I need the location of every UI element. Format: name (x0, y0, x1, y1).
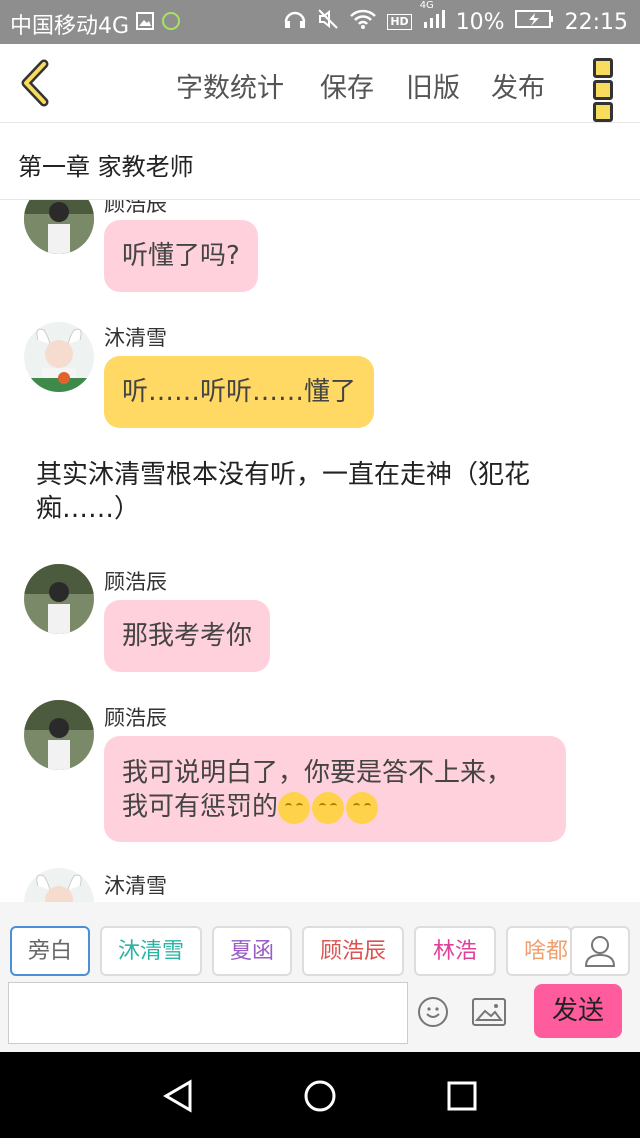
back-nav-icon[interactable] (160, 1078, 196, 1114)
wifi-icon (349, 8, 377, 36)
message-text: 听……听听……懂了 (122, 377, 357, 407)
battery-percent: 10% (455, 9, 505, 35)
role-chip-sha-dou[interactable]: 啥都 (506, 926, 572, 976)
role-chip-label: 顾浩辰 (319, 939, 386, 964)
sender-name: 顾浩辰 (104, 200, 167, 216)
system-nav-bar (0, 1052, 640, 1138)
chat-area[interactable]: 顾浩辰 听懂了吗? 沐清雪 听……听听……懂了 其实沐清雪根本没有听，一直在走神… (0, 200, 640, 902)
old-version-button[interactable]: 旧版 (406, 66, 460, 105)
emoji-button[interactable] (418, 997, 448, 1027)
compose-panel: 旁白 沐清雪 夏函 顾浩辰 林浩 啥都 发送 (0, 902, 640, 1052)
chevron-left-icon (21, 59, 49, 107)
chapter-title-bar[interactable]: 第一章 家教老师 (0, 123, 640, 200)
status-bar: 中国移动4G HD 4G 10% 22:15 (0, 0, 640, 44)
sender-name: 顾浩辰 (104, 706, 167, 730)
message-input[interactable] (8, 982, 408, 1044)
person-icon (584, 936, 616, 967)
avatar-gu-haochen[interactable] (24, 200, 94, 254)
role-chip-label: 旁白 (27, 939, 72, 964)
more-dot-icon (593, 58, 613, 78)
iqiyi-notification-icon (161, 11, 181, 37)
manage-roles-button[interactable] (570, 926, 630, 976)
smiley-icon (426, 1007, 440, 1018)
more-dot-icon (593, 102, 613, 122)
insert-image-button[interactable] (472, 998, 506, 1026)
role-chip-label: 林浩 (432, 939, 477, 964)
mute-icon (317, 8, 339, 36)
word-count-button[interactable]: 字数统计 (176, 66, 284, 105)
more-menu-button[interactable] (590, 58, 616, 122)
message-text-line2: 我可有惩罚的 (122, 790, 548, 824)
role-chip-lin-hao[interactable]: 林浩 (414, 926, 496, 976)
message-bubble[interactable]: 听……听听……懂了 (104, 356, 375, 428)
message-text: 我可有惩罚的 (122, 792, 279, 822)
carrier-label: 中国移动4G (10, 14, 130, 39)
chapter-title: 第一章 家教老师 (18, 153, 194, 181)
smiling-face-icon (312, 791, 345, 824)
avatar-gu-haochen[interactable] (24, 564, 94, 634)
send-button[interactable]: 发送 (534, 984, 622, 1038)
message-text: 那我考考你 (122, 621, 253, 651)
sender-name: 沐清雪 (104, 326, 167, 350)
more-dot-icon (593, 80, 613, 100)
role-chip-narrator[interactable]: 旁白 (10, 926, 90, 976)
role-chip-label: 沐清雪 (117, 939, 184, 964)
smiling-face-icon (346, 791, 379, 824)
sender-name: 顾浩辰 (104, 570, 167, 594)
save-button[interactable]: 保存 (320, 66, 374, 105)
avatar-mu-qingxue[interactable] (24, 868, 94, 902)
narration-text[interactable]: 其实沐清雪根本没有听，一直在走神（犯花痴……） (36, 458, 596, 526)
back-button[interactable] (14, 58, 60, 108)
role-chip-xia-han[interactable]: 夏函 (212, 926, 292, 976)
hd-badge: HD (387, 14, 412, 30)
message-bubble[interactable]: 我可说明白了，你要是答不上来， 我可有惩罚的 (104, 736, 566, 842)
avatar-gu-haochen[interactable] (24, 700, 94, 770)
editor-toolbar: 字数统计 保存 旧版 发布 (0, 44, 640, 123)
sender-name: 沐清雪 (104, 874, 167, 898)
image-icon (474, 1004, 503, 1021)
battery-charging-icon (514, 9, 555, 35)
role-chip-label: 夏函 (229, 939, 274, 964)
network-type-label: 4G (419, 0, 434, 11)
smiling-face-icon (278, 791, 311, 824)
avatar-mu-qingxue[interactable] (24, 322, 94, 392)
publish-button[interactable]: 发布 (491, 66, 545, 105)
image-notification-icon (135, 11, 155, 37)
role-chip-label: 啥都 (524, 939, 569, 964)
recents-nav-icon[interactable] (446, 1080, 478, 1112)
role-chip-mu-qingxue[interactable]: 沐清雪 (100, 926, 202, 976)
role-chip-gu-haochen[interactable]: 顾浩辰 (302, 926, 404, 976)
signal-icon: 4G (420, 0, 446, 36)
home-nav-icon[interactable] (302, 1078, 338, 1114)
message-text: 听懂了吗? (122, 241, 240, 271)
message-text: 我可说明白了，你要是答不上来， (122, 758, 513, 788)
message-bubble[interactable]: 听懂了吗? (104, 220, 258, 292)
clock: 22:15 (564, 9, 628, 35)
headphones-icon (283, 8, 307, 36)
message-bubble[interactable]: 那我考考你 (104, 600, 271, 672)
